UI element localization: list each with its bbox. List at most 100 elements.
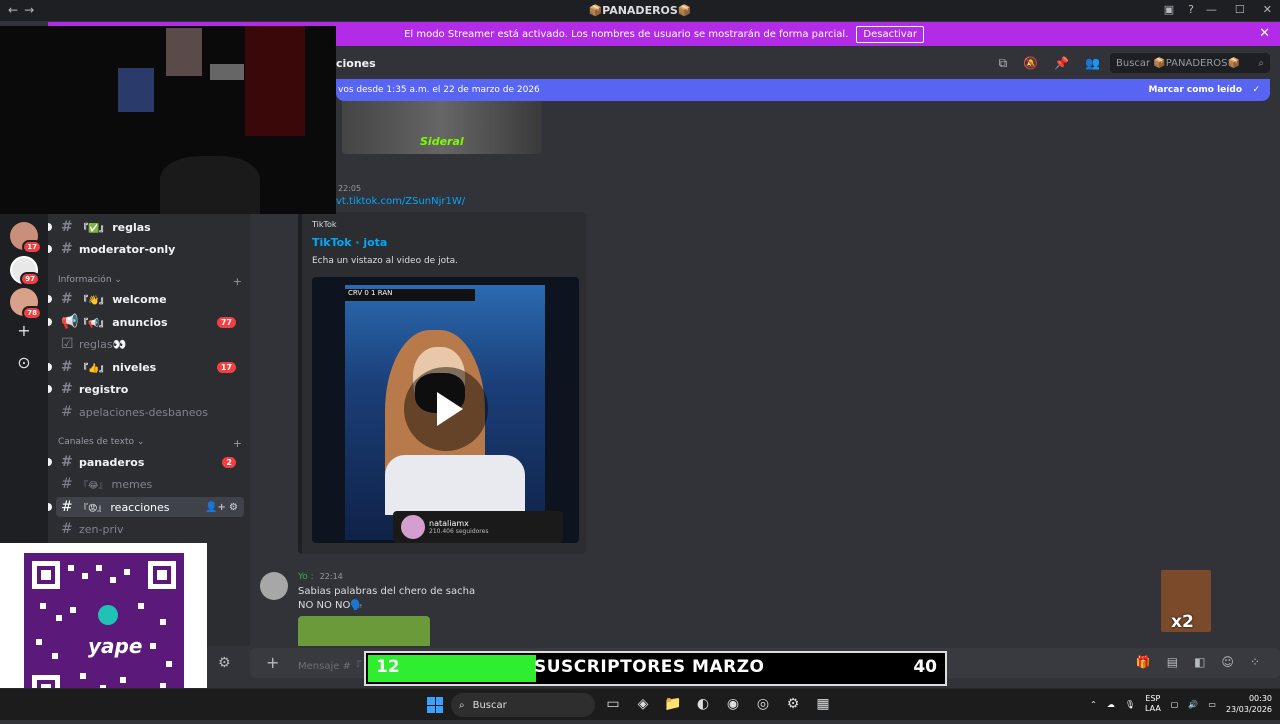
close-window-button[interactable]: ✕: [1263, 3, 1272, 16]
channel-reacciones[interactable]: # 『😡』 reacciones 👤+ ⚙: [48, 497, 244, 517]
inbox-icon[interactable]: ▣: [1164, 3, 1174, 16]
emoji-icon[interactable]: ☺: [1221, 655, 1234, 669]
help-icon[interactable]: ?: [1188, 3, 1194, 16]
hash-icon: #: [61, 381, 73, 397]
channel-name: ciones: [336, 56, 376, 70]
message-timestamp: 22:14: [319, 572, 343, 581]
avatar: [401, 515, 425, 539]
hash-icon: #: [61, 241, 73, 257]
apps-icon[interactable]: ⁘: [1250, 655, 1260, 669]
steam-icon[interactable]: ⚙: [784, 695, 802, 713]
mute-bell-icon[interactable]: 🔕: [1023, 56, 1038, 71]
server-icon[interactable]: 78: [10, 288, 42, 320]
embed-title[interactable]: TikTok · jota: [312, 236, 387, 249]
windows-taskbar: ⌕ Buscar ▭ ◈ 📁 ◐ ◉ ◎ ⚙ ▦ ⌃ ☁ 🎙 ESP LAA ▢ …: [0, 688, 1280, 720]
channel-anuncios[interactable]: 📢 『📢』 anuncios 77: [48, 312, 244, 332]
pin-icon[interactable]: 📌: [1054, 56, 1069, 71]
channel-settings-icons[interactable]: 👤+ ⚙: [205, 502, 238, 513]
edge-icon[interactable]: ◐: [694, 695, 712, 713]
category-canales-texto[interactable]: Canales de texto ⌄ +: [58, 437, 242, 450]
hash-icon: #: [61, 454, 73, 470]
maximize-button[interactable]: ☐: [1235, 3, 1245, 16]
channel-reglas[interactable]: # 『✅』 reglas: [48, 217, 244, 237]
volume-icon[interactable]: 🔊: [1188, 700, 1198, 709]
channel-reglas-rules[interactable]: ☑ reglas👀: [56, 334, 244, 354]
mic-icon[interactable]: 🎙: [1125, 700, 1135, 709]
channel-moderator-only[interactable]: # moderator-only: [48, 239, 244, 259]
gif-icon[interactable]: ▤: [1167, 655, 1178, 669]
embed-description: Echa un vistazo al video de jota.: [312, 256, 458, 266]
new-messages-bar[interactable]: vos desde 1:35 a.m. el 22 de marzo de 20…: [336, 79, 1270, 101]
message-placeholder: Mensaje #『: [298, 661, 361, 672]
embed-provider: TikTok: [312, 220, 337, 229]
mention-badge: 77: [216, 316, 236, 328]
subs-current: 12: [376, 657, 400, 677]
channel-memes[interactable]: # 『😂』 memes: [56, 474, 244, 494]
server-icon[interactable]: 17: [10, 222, 42, 254]
channel-apelaciones[interactable]: # apelaciones-desbaneos: [56, 402, 244, 422]
hash-icon: #: [61, 359, 73, 375]
mention-badge: 17: [216, 361, 236, 373]
discord-icon[interactable]: ◉: [724, 695, 742, 713]
search-input[interactable]: Buscar 📦PANADEROS📦 ⌕: [1110, 53, 1270, 73]
copilot-icon[interactable]: ◈: [634, 695, 652, 713]
message-timestamp: 22:05: [338, 184, 362, 193]
channel-niveles[interactable]: # 『👍』 niveles 17: [48, 357, 244, 377]
megaphone-icon: 📢: [61, 314, 79, 330]
window-title: 📦PANADEROS📦: [588, 4, 692, 17]
language-indicator[interactable]: ESP LAA: [1145, 694, 1161, 714]
play-button-icon[interactable]: [404, 367, 488, 451]
taskbar-search[interactable]: ⌕ Buscar: [451, 693, 595, 717]
channel-welcome[interactable]: # 『👋』 welcome: [48, 289, 244, 309]
user-settings-gear-icon[interactable]: ⚙: [218, 655, 231, 671]
category-informacion[interactable]: Información ⌄ +: [58, 275, 242, 288]
chrome-icon[interactable]: ◎: [754, 695, 772, 713]
avatar[interactable]: [260, 572, 288, 600]
subs-goal: 40: [913, 657, 937, 677]
hash-icon: #: [61, 521, 73, 537]
chevron-up-icon[interactable]: ⌃: [1090, 700, 1097, 709]
add-server-icon[interactable]: +: [14, 321, 34, 341]
add-channel-icon[interactable]: +: [233, 437, 242, 450]
search-icon: ⌕: [459, 699, 465, 711]
channel-panaderos[interactable]: # panaderos 2: [48, 452, 244, 472]
image-attachment[interactable]: Sideral: [342, 101, 542, 154]
image-attachment[interactable]: [298, 616, 430, 646]
channel-registro[interactable]: # registro: [48, 379, 244, 399]
members-icon[interactable]: 👥: [1085, 56, 1100, 71]
tiktok-account: nataliamx 210.406 seguidores: [393, 511, 563, 543]
close-banner-icon[interactable]: ✕: [1259, 26, 1270, 41]
threads-icon[interactable]: ⧉: [999, 56, 1008, 71]
system-tray: ⌃ ☁ 🎙 ESP LAA ▢ 🔊 ▭ 00:30 23/03/2026: [1090, 693, 1272, 715]
streamer-banner-text: El modo Streamer está activado. Los nomb…: [404, 28, 849, 40]
message-text: Sabias palabras del chero de sacha: [298, 586, 476, 597]
gift-icon[interactable]: 🎁: [1136, 655, 1151, 669]
mark-read-icon[interactable]: ✓: [1252, 85, 1260, 95]
mark-as-read-button[interactable]: Marcar como leído: [1148, 85, 1242, 95]
photos-icon[interactable]: ▦: [814, 695, 832, 713]
sticker-icon[interactable]: ◧: [1194, 655, 1205, 669]
message-author[interactable]: Yo :: [298, 572, 314, 582]
file-explorer-icon[interactable]: 📁: [664, 695, 682, 713]
explore-icon[interactable]: ⊙: [14, 353, 34, 373]
add-channel-icon[interactable]: +: [233, 275, 242, 288]
task-view-icon[interactable]: ▭: [604, 695, 622, 713]
title-bar: ←→ 📦PANADEROS📦 ▣? — ☐ ✕: [0, 0, 1280, 21]
webcam-overlay: [0, 26, 336, 214]
channel-zen-priv[interactable]: # zen-priv: [56, 519, 244, 539]
video-player[interactable]: CRV 0 1 RAN nataliamx 210.406 seguidores: [312, 277, 579, 543]
add-attachment-icon[interactable]: +: [266, 653, 279, 672]
network-icon[interactable]: ▢: [1171, 700, 1179, 709]
start-button[interactable]: [427, 697, 443, 713]
meme-overlay: x2: [1161, 570, 1211, 632]
tiktok-link[interactable]: vt.tiktok.com/ZSunNjr1W/: [336, 196, 465, 207]
battery-icon[interactable]: ▭: [1208, 700, 1216, 709]
svg-text:yape: yape: [88, 634, 142, 658]
minimize-button[interactable]: —: [1206, 3, 1217, 16]
mention-badge: 2: [222, 456, 236, 468]
deactivate-button[interactable]: Desactivar: [856, 25, 924, 43]
onedrive-icon[interactable]: ☁: [1107, 700, 1115, 709]
server-icon[interactable]: 97: [10, 256, 40, 286]
clock[interactable]: 00:30 23/03/2026: [1226, 693, 1272, 715]
subscribers-goal-bar: 12 SUSCRIPTORES MARZO 40: [364, 651, 947, 686]
